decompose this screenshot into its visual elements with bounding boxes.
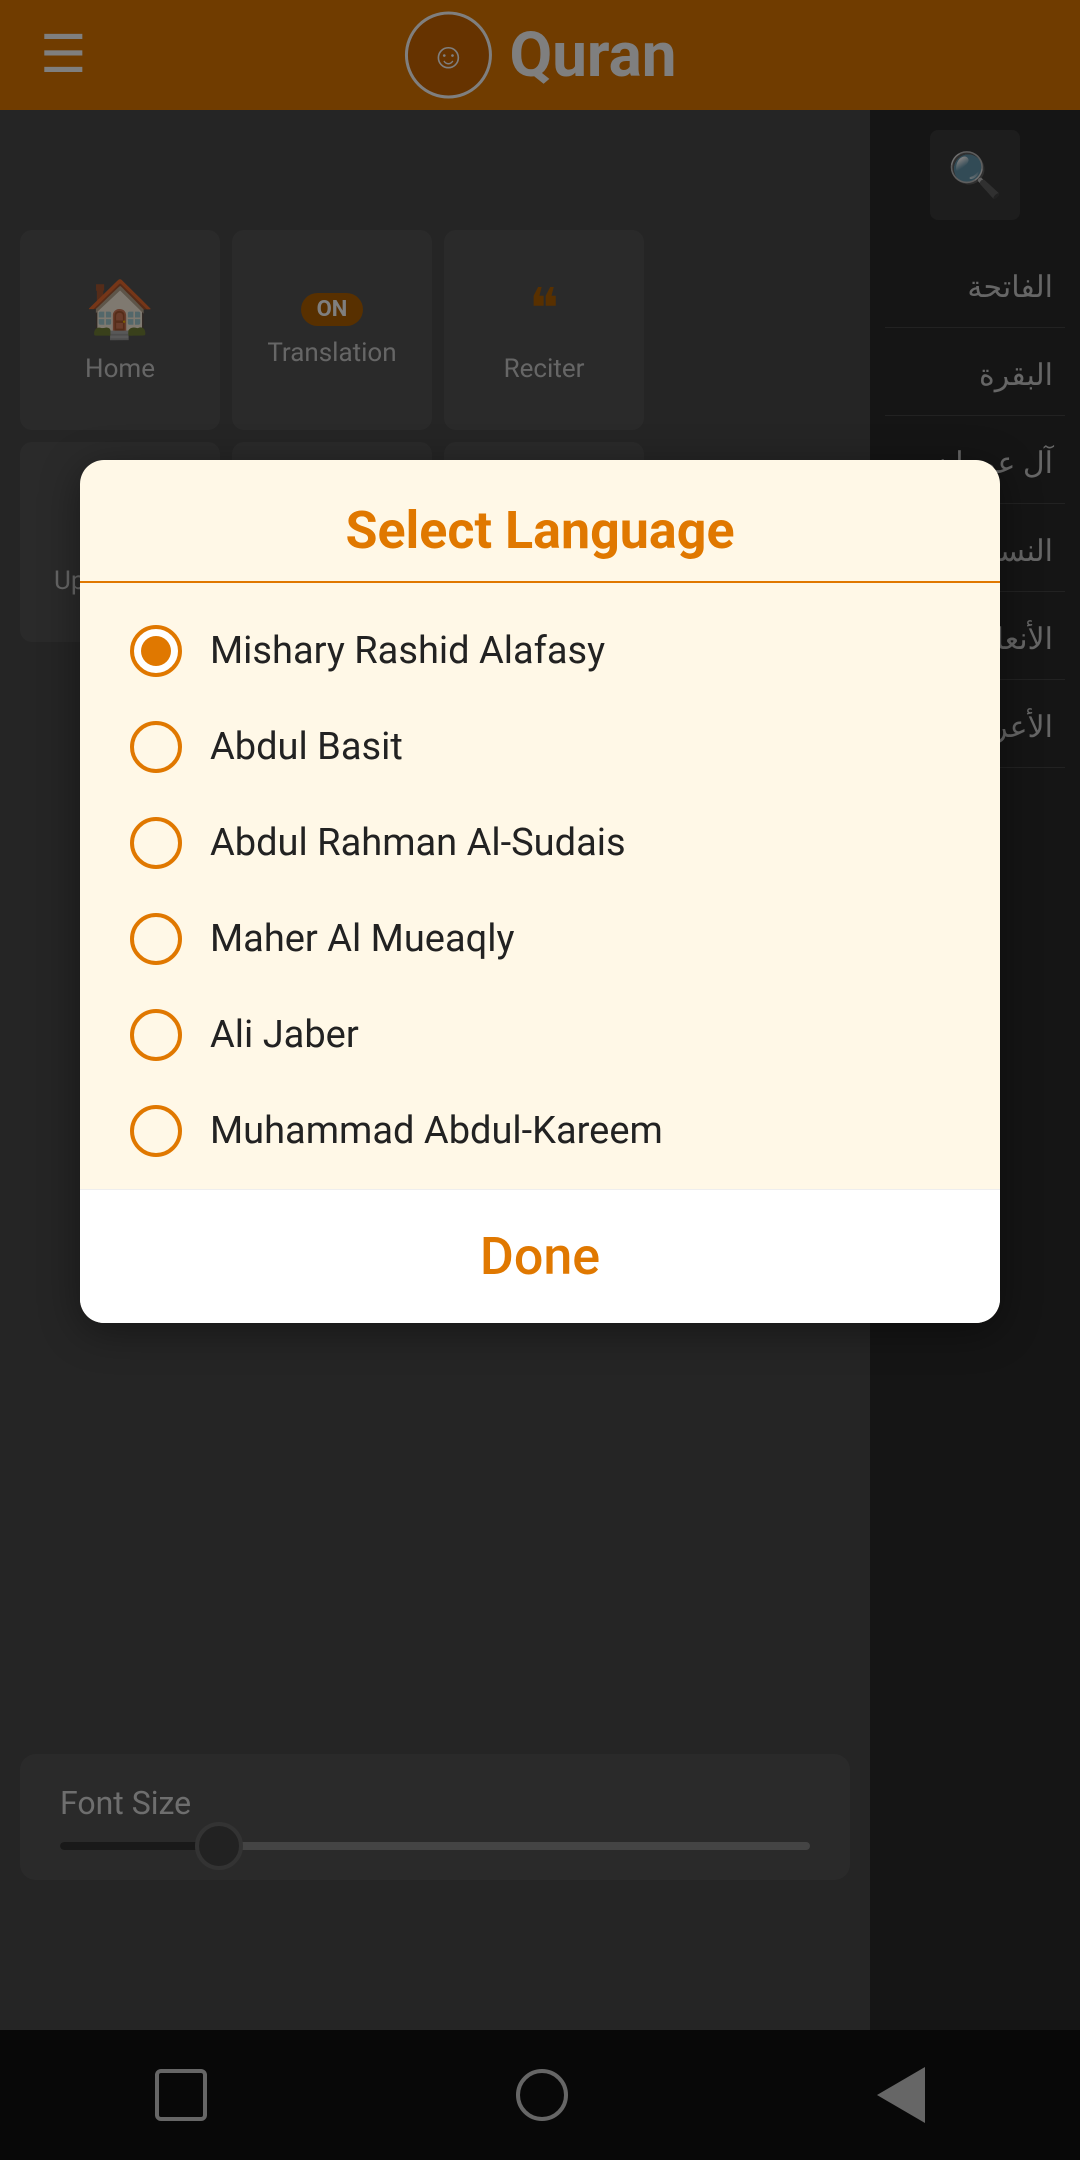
radio-muhammad[interactable] — [130, 1105, 182, 1157]
option-abdul-basit-label: Abdul Basit — [210, 725, 403, 769]
option-maher-label: Maher Al Mueaqly — [210, 917, 514, 961]
radio-maher[interactable] — [130, 913, 182, 965]
select-language-dialog: Select Language Mishary Rashid Alafasy A… — [80, 460, 1000, 1323]
radio-ali-jaber[interactable] — [130, 1009, 182, 1061]
radio-mishary[interactable] — [130, 625, 182, 677]
option-mishary-label: Mishary Rashid Alafasy — [210, 629, 605, 673]
radio-abdul-rahman[interactable] — [130, 817, 182, 869]
option-ali-jaber-label: Ali Jaber — [210, 1013, 359, 1057]
option-abdul-basit[interactable]: Abdul Basit — [130, 699, 950, 795]
option-maher[interactable]: Maher Al Mueaqly — [130, 891, 950, 987]
dialog-title: Select Language — [130, 500, 950, 561]
dialog-options: Mishary Rashid Alafasy Abdul Basit Abdul… — [80, 583, 1000, 1189]
dialog-header: Select Language — [80, 460, 1000, 583]
option-muhammad[interactable]: Muhammad Abdul-Kareem — [130, 1083, 950, 1179]
done-button[interactable]: Done — [80, 1189, 1000, 1323]
option-abdul-rahman-label: Abdul Rahman Al-Sudais — [210, 821, 626, 865]
option-muhammad-label: Muhammad Abdul-Kareem — [210, 1109, 663, 1153]
option-abdul-rahman[interactable]: Abdul Rahman Al-Sudais — [130, 795, 950, 891]
option-ali-jaber[interactable]: Ali Jaber — [130, 987, 950, 1083]
option-mishary[interactable]: Mishary Rashid Alafasy — [130, 603, 950, 699]
radio-dot-mishary — [141, 636, 171, 666]
radio-abdul-basit[interactable] — [130, 721, 182, 773]
